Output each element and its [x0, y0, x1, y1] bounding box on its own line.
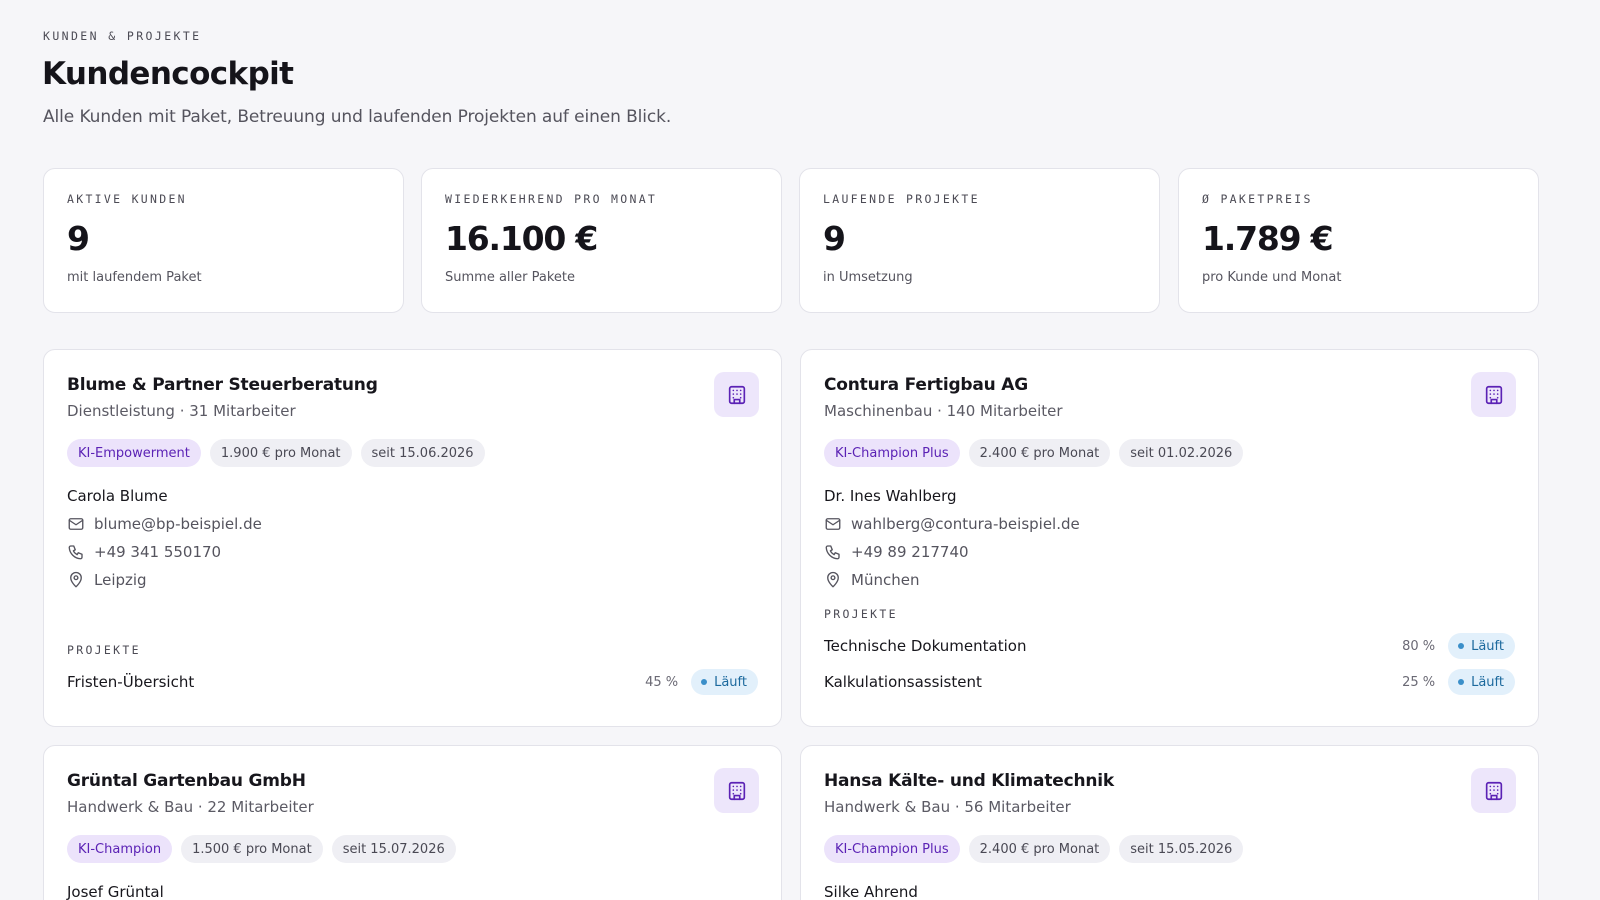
price-badge: 1.500 € pro Monat — [181, 835, 323, 863]
contact-city: Leipzig — [94, 571, 147, 589]
customer-chips: KI-Champion 1.500 € pro Monat seit 15.07… — [67, 835, 758, 863]
customer-card[interactable]: Hansa Kälte- und Klimatechnik Handwerk &… — [800, 745, 1539, 900]
since-badge: seit 15.05.2026 — [1119, 835, 1244, 863]
building-icon[interactable] — [1471, 768, 1516, 813]
page-title: Kundencockpit — [42, 56, 294, 92]
kpi-label: WIEDERKEHREND PRO MONAT — [445, 192, 658, 206]
kpi-label: AKTIVE KUNDEN — [67, 192, 187, 206]
project-progress: 80 % — [1402, 638, 1436, 654]
kpi-value: 1.789 € — [1202, 219, 1334, 258]
customer-card[interactable]: Contura Fertigbau AG Maschinenbau · 140 … — [800, 349, 1539, 727]
customer-meta: Handwerk & Bau · 56 Mitarbeiter — [824, 798, 1071, 816]
building-icon[interactable] — [1471, 372, 1516, 417]
kpi-caption: in Umsetzung — [823, 270, 913, 285]
contact-email-row[interactable]: wahlberg@contura-beispiel.de — [824, 515, 1515, 533]
package-badge: KI-Empowerment — [67, 439, 201, 467]
kpi-caption: pro Kunde und Monat — [1202, 270, 1342, 285]
package-badge: KI-Champion Plus — [824, 439, 960, 467]
project-row[interactable]: Fristen-Übersicht 45 % Läuft — [67, 668, 758, 696]
status-dot — [701, 679, 708, 685]
section-eyebrow: KUNDEN & PROJEKTE — [43, 29, 202, 43]
customer-card[interactable]: Blume & Partner Steuerberatung Dienstlei… — [43, 349, 782, 727]
since-badge: seit 15.07.2026 — [331, 835, 456, 863]
contact-phone[interactable]: +49 89 217740 — [851, 543, 969, 561]
project-progress: 25 % — [1402, 674, 1436, 690]
package-badge: KI-Champion — [67, 835, 173, 863]
price-badge: 2.400 € pro Monat — [968, 439, 1111, 467]
kpi-caption: mit laufendem Paket — [67, 270, 202, 285]
customer-chips: KI-Champion Plus 2.400 € pro Monat seit … — [824, 439, 1515, 467]
status-dot — [1458, 643, 1465, 649]
phone-icon — [825, 545, 840, 560]
contact-email-row[interactable]: blume@bp-beispiel.de — [67, 515, 758, 533]
status-label: Läuft — [714, 674, 747, 690]
customer-card[interactable]: Grüntal Gartenbau GmbH Handwerk & Bau · … — [43, 745, 782, 900]
customer-name[interactable]: Contura Fertigbau AG — [824, 375, 1515, 395]
page-subtitle: Alle Kunden mit Paket, Betreuung und lau… — [43, 107, 672, 127]
package-badge: KI-Champion Plus — [824, 835, 960, 863]
customer-meta: Handwerk & Bau · 22 Mitarbeiter — [67, 798, 314, 816]
kpi-value: 9 — [67, 219, 90, 258]
project-row[interactable]: Technische Dokumentation 80 % Läuft — [824, 632, 1515, 660]
status-label: Läuft — [1471, 674, 1504, 690]
kpi-label: LAUFENDE PROJEKTE — [823, 192, 980, 206]
customer-meta: Maschinenbau · 140 Mitarbeiter — [824, 402, 1063, 420]
customer-chips: KI-Champion Plus 2.400 € pro Monat seit … — [824, 835, 1515, 863]
kpi-average-package-price: Ø PAKETPREIS 1.789 € pro Kunde und Monat — [1178, 168, 1539, 313]
contact-city-row: München — [824, 571, 1515, 589]
mail-icon — [68, 518, 84, 530]
customer-meta: Dienstleistung · 31 Mitarbeiter — [67, 402, 296, 420]
project-name[interactable]: Kalkulationsassistent — [824, 673, 1402, 691]
phone-icon — [68, 545, 83, 560]
kpi-label: Ø PAKETPREIS — [1202, 192, 1313, 206]
customer-name[interactable]: Hansa Kälte- und Klimatechnik — [824, 771, 1515, 791]
project-row[interactable]: Kalkulationsassistent 25 % Läuft — [824, 668, 1515, 696]
contact-email[interactable]: wahlberg@contura-beispiel.de — [851, 515, 1080, 533]
customer-cockpit-page: KUNDEN & PROJEKTE Kundencockpit Alle Kun… — [0, 0, 1600, 900]
contact-phone[interactable]: +49 341 550170 — [94, 543, 221, 561]
contact-phone-row[interactable]: +49 341 550170 — [67, 543, 758, 561]
status-badge: Läuft — [1448, 633, 1515, 659]
contact-email[interactable]: blume@bp-beispiel.de — [94, 515, 262, 533]
projects-label: PROJEKTE — [824, 607, 898, 621]
contact-name: Josef Grüntal — [67, 883, 164, 900]
price-badge: 2.400 € pro Monat — [968, 835, 1111, 863]
contact-name: Silke Ahrend — [824, 883, 918, 900]
kpi-running-projects: LAUFENDE PROJEKTE 9 in Umsetzung — [799, 168, 1160, 313]
status-dot — [1458, 679, 1465, 685]
map-pin-icon — [70, 571, 82, 588]
project-name[interactable]: Technische Dokumentation — [824, 637, 1402, 655]
kpi-value: 16.100 € — [445, 219, 598, 258]
project-progress: 45 % — [645, 674, 679, 690]
kpi-active-customers: AKTIVE KUNDEN 9 mit laufendem Paket — [43, 168, 404, 313]
since-badge: seit 15.06.2026 — [360, 439, 485, 467]
kpi-value: 9 — [823, 219, 846, 258]
contact-phone-row[interactable]: +49 89 217740 — [824, 543, 1515, 561]
contact-city-row: Leipzig — [67, 571, 758, 589]
building-icon[interactable] — [714, 768, 759, 813]
kpi-caption: Summe aller Pakete — [445, 270, 575, 285]
mail-icon — [825, 518, 841, 530]
projects-label: PROJEKTE — [67, 643, 141, 657]
map-pin-icon — [827, 571, 839, 588]
building-icon[interactable] — [714, 372, 759, 417]
kpi-recurring-monthly: WIEDERKEHREND PRO MONAT 16.100 € Summe a… — [421, 168, 782, 313]
since-badge: seit 01.02.2026 — [1119, 439, 1244, 467]
status-badge: Läuft — [1448, 669, 1515, 695]
contact-city: München — [851, 571, 920, 589]
contact-name: Carola Blume — [67, 487, 168, 505]
customer-name[interactable]: Blume & Partner Steuerberatung — [67, 375, 758, 395]
price-badge: 1.900 € pro Monat — [209, 439, 352, 467]
contact-name: Dr. Ines Wahlberg — [824, 487, 957, 505]
status-label: Läuft — [1471, 638, 1504, 654]
customer-name[interactable]: Grüntal Gartenbau GmbH — [67, 771, 758, 791]
status-badge: Läuft — [691, 669, 758, 695]
customer-chips: KI-Empowerment 1.900 € pro Monat seit 15… — [67, 439, 758, 467]
project-name[interactable]: Fristen-Übersicht — [67, 673, 645, 691]
